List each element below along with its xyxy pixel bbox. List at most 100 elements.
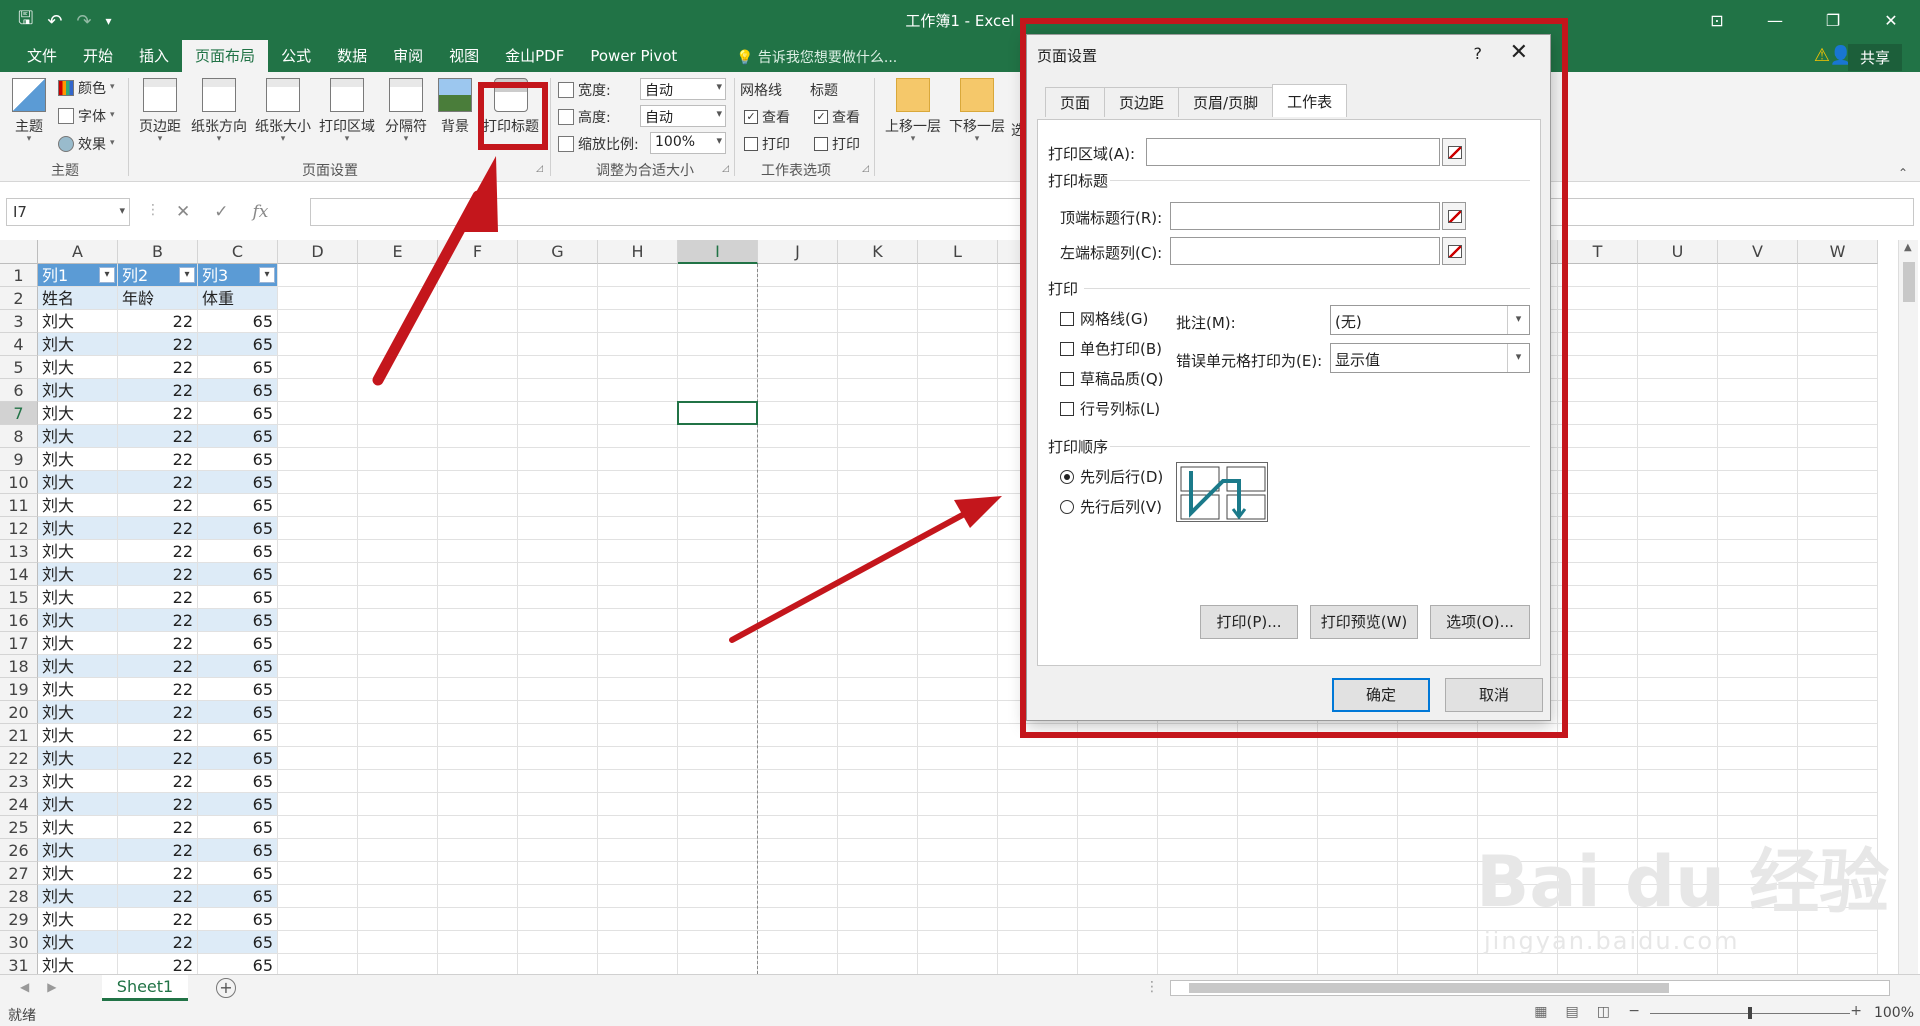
cell[interactable] [598, 908, 678, 931]
warning-icon[interactable]: ⚠ [1814, 45, 1830, 66]
cell[interactable] [678, 287, 758, 310]
cell[interactable]: 刘大 [38, 701, 118, 724]
row-header[interactable]: 10 [0, 471, 38, 494]
cell[interactable] [758, 632, 838, 655]
cell[interactable] [598, 655, 678, 678]
cell[interactable] [1478, 747, 1558, 770]
cell[interactable]: 刘大 [38, 862, 118, 885]
cell[interactable] [598, 770, 678, 793]
margins-button[interactable]: 页边距 ▾ [136, 78, 184, 144]
cell[interactable] [1318, 839, 1398, 862]
row-header[interactable]: 1 [0, 264, 38, 287]
cell[interactable]: 刘大 [38, 954, 118, 975]
enter-icon[interactable]: ✓ [214, 202, 228, 222]
cell[interactable] [598, 954, 678, 975]
cell[interactable]: 22 [118, 356, 198, 379]
cell[interactable] [358, 425, 438, 448]
cell[interactable] [1798, 609, 1878, 632]
cell[interactable] [438, 724, 518, 747]
breaks-button[interactable]: 分隔符 ▾ [380, 78, 432, 144]
cell[interactable] [598, 379, 678, 402]
cell[interactable] [278, 540, 358, 563]
cell[interactable] [1718, 770, 1798, 793]
row-header[interactable]: 16 [0, 609, 38, 632]
cell[interactable]: 刘大 [38, 563, 118, 586]
cell[interactable] [1638, 494, 1718, 517]
cell[interactable] [1718, 471, 1798, 494]
cell[interactable] [278, 287, 358, 310]
cell[interactable] [838, 908, 918, 931]
send-backward-button[interactable]: 下移一层 ▾ [946, 78, 1008, 144]
cell[interactable] [1718, 517, 1798, 540]
cell[interactable] [758, 356, 838, 379]
cell[interactable] [278, 379, 358, 402]
cell[interactable] [1798, 402, 1878, 425]
collapse-ribbon-icon[interactable]: ⌃ [1898, 166, 1908, 180]
cell[interactable] [998, 908, 1078, 931]
vertical-scrollbar[interactable]: ▲ [1898, 240, 1918, 975]
scale-spinner[interactable]: 100% [650, 132, 726, 154]
scroll-up-icon[interactable]: ▲ [1904, 242, 1912, 253]
cell[interactable] [358, 908, 438, 931]
cell[interactable] [1078, 908, 1158, 931]
cell[interactable] [678, 862, 758, 885]
cell[interactable]: 65 [198, 563, 278, 586]
column-header[interactable]: D [278, 240, 358, 264]
cell[interactable] [838, 862, 918, 885]
cell[interactable] [1638, 540, 1718, 563]
cell[interactable] [1558, 701, 1638, 724]
cell[interactable] [1798, 379, 1878, 402]
cell[interactable] [1558, 310, 1638, 333]
cell[interactable] [1318, 954, 1398, 975]
cell[interactable] [438, 448, 518, 471]
cell[interactable]: 刘大 [38, 494, 118, 517]
cell[interactable] [438, 517, 518, 540]
cell[interactable] [278, 862, 358, 885]
cell[interactable] [1478, 793, 1558, 816]
cell[interactable]: 22 [118, 425, 198, 448]
cell[interactable] [598, 540, 678, 563]
cell[interactable] [358, 402, 438, 425]
cell[interactable] [998, 816, 1078, 839]
cell[interactable] [598, 310, 678, 333]
cell[interactable]: 65 [198, 448, 278, 471]
cell[interactable] [598, 609, 678, 632]
cell[interactable] [1638, 264, 1718, 287]
table-header-cell[interactable]: 列2 ▾ [118, 264, 198, 287]
insert-function-icon[interactable]: fx [253, 202, 269, 222]
cell[interactable]: 22 [118, 770, 198, 793]
cell[interactable] [838, 379, 918, 402]
cell[interactable] [1558, 356, 1638, 379]
cell[interactable] [1398, 816, 1478, 839]
cell[interactable] [1158, 862, 1238, 885]
cell[interactable] [1638, 747, 1718, 770]
cell[interactable] [1638, 678, 1718, 701]
name-box[interactable]: I7 ▾ [6, 198, 130, 226]
cell[interactable]: 刘大 [38, 655, 118, 678]
cell[interactable] [598, 678, 678, 701]
cell[interactable]: 65 [198, 678, 278, 701]
row-header[interactable]: 29 [0, 908, 38, 931]
cell[interactable] [918, 770, 998, 793]
cell[interactable] [918, 954, 998, 975]
active-cell-selection[interactable] [677, 401, 758, 425]
cell[interactable] [1718, 425, 1798, 448]
row-header[interactable]: 14 [0, 563, 38, 586]
cell[interactable]: 65 [198, 402, 278, 425]
cell[interactable] [678, 954, 758, 975]
cell[interactable] [518, 517, 598, 540]
cell[interactable] [518, 678, 598, 701]
cell[interactable] [1238, 931, 1318, 954]
cell[interactable] [838, 333, 918, 356]
filter-dropdown-icon[interactable]: ▾ [99, 267, 115, 283]
cell[interactable] [598, 356, 678, 379]
cell[interactable]: 22 [118, 494, 198, 517]
cell[interactable] [838, 310, 918, 333]
cell[interactable]: 22 [118, 724, 198, 747]
cell[interactable] [438, 770, 518, 793]
cell[interactable] [918, 264, 998, 287]
cell[interactable] [358, 747, 438, 770]
cell[interactable]: 刘大 [38, 678, 118, 701]
cell[interactable] [438, 586, 518, 609]
cell[interactable]: 刘大 [38, 747, 118, 770]
